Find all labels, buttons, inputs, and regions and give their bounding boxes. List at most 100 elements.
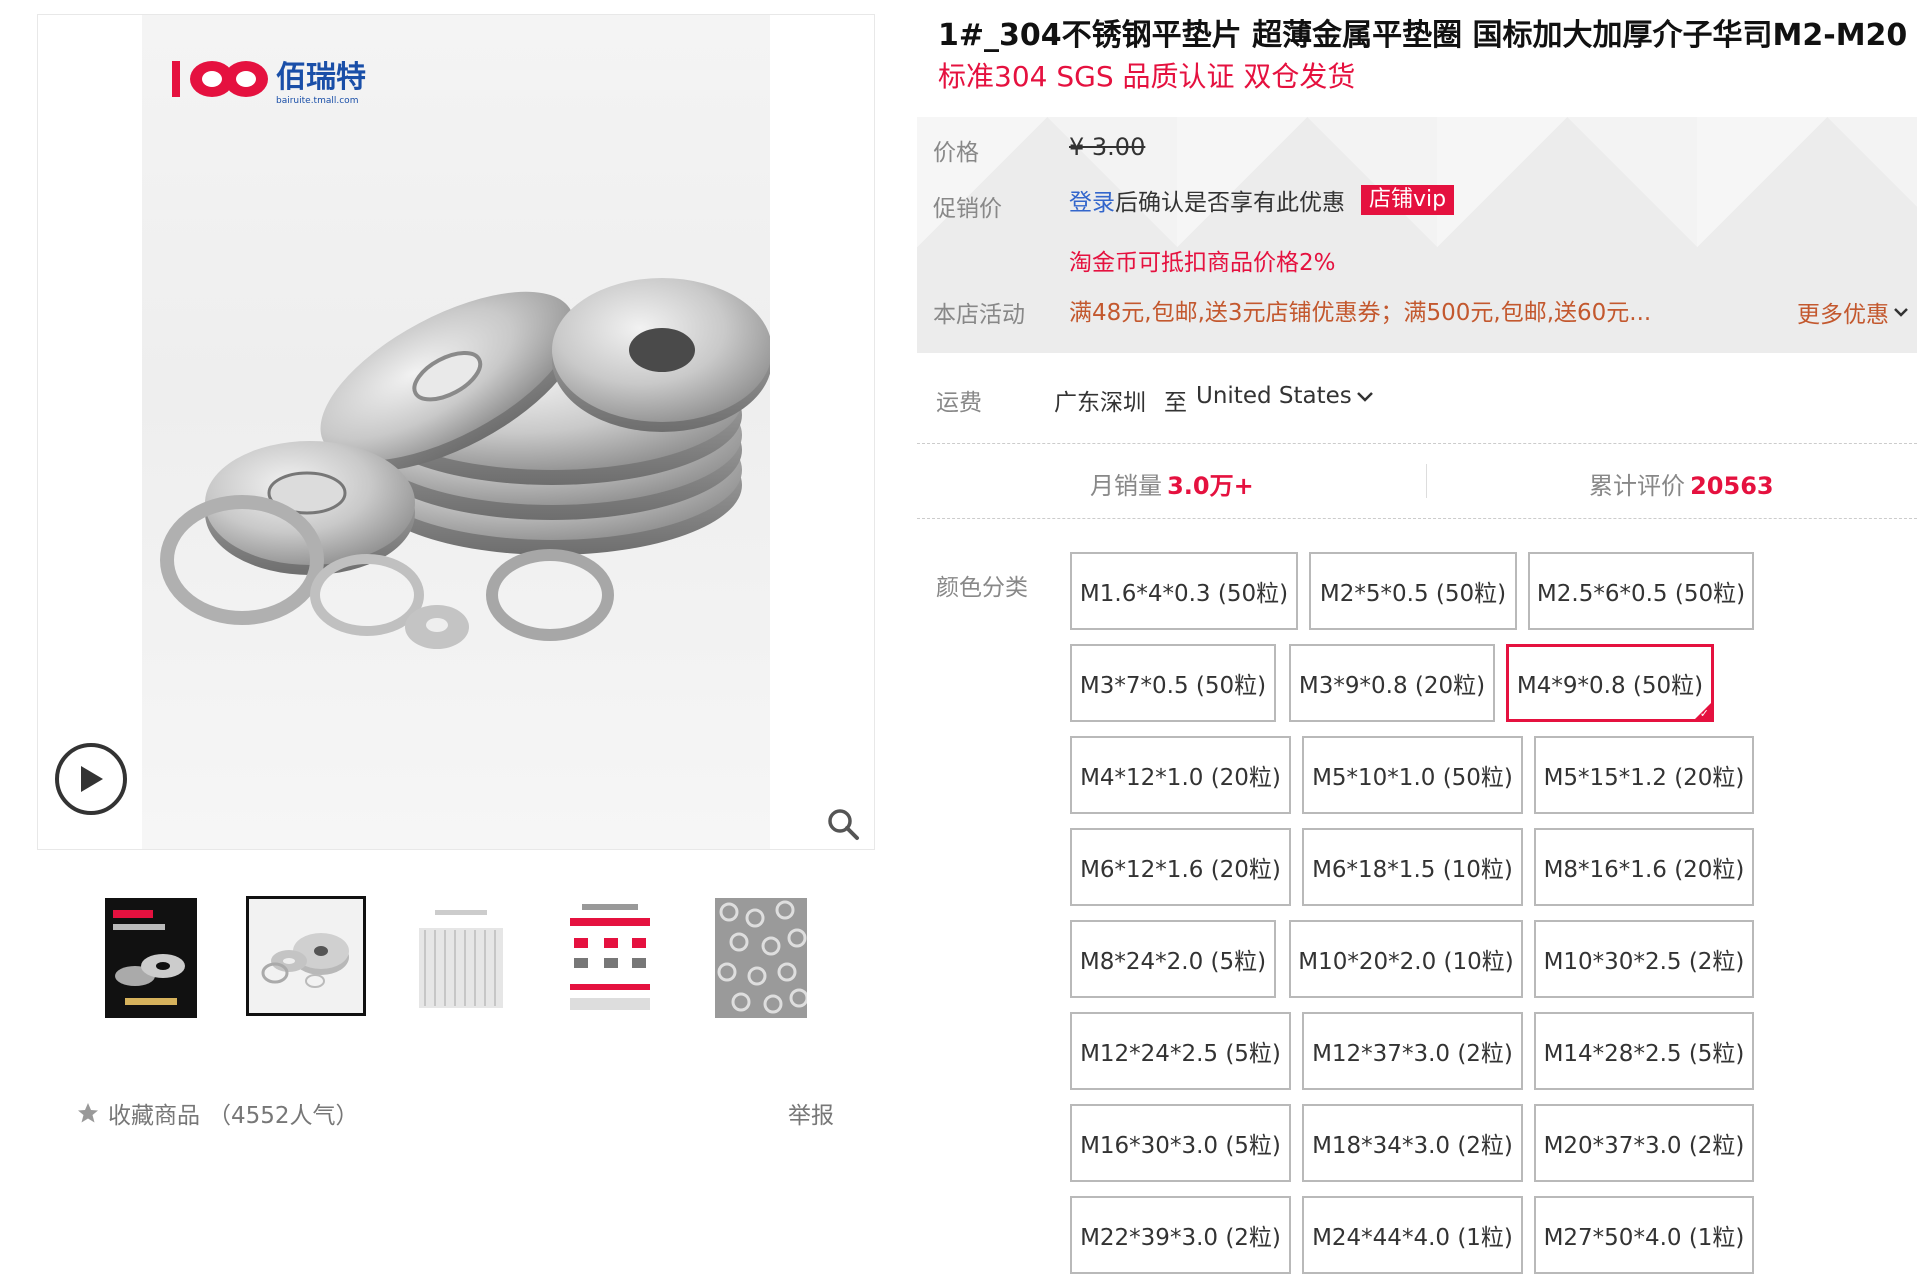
divider [917, 518, 1917, 519]
review-count[interactable]: 累计评价 20563 [1589, 466, 1774, 501]
sku-option[interactable]: M8*16*1.6 (20粒) [1534, 828, 1754, 906]
sku-option[interactable]: M20*37*3.0 (2粒) [1534, 1104, 1754, 1182]
thumbnail-4[interactable] [564, 898, 656, 1018]
sku-option-label: M24*44*4.0 (1粒) [1312, 1225, 1513, 1251]
favorite-label: 收藏商品 [108, 1103, 200, 1129]
more-deals-label: 更多优惠 [1797, 302, 1889, 328]
sku-option[interactable]: M2*5*0.5 (50粒) [1309, 552, 1517, 630]
sku-option[interactable]: M18*34*3.0 (2粒) [1302, 1104, 1523, 1182]
sku-option[interactable]: M27*50*4.0 (1粒) [1534, 1196, 1754, 1274]
price-panel: 价格 ¥ 3.00 促销价 登录 后确认是否享有此优惠 店铺vip 淘金币可抵扣… [917, 117, 1917, 353]
price-label: 价格 [933, 140, 979, 166]
review-count-value: 20563 [1690, 472, 1774, 500]
sku-option-label: M20*37*3.0 (2粒) [1543, 1133, 1745, 1159]
sku-option-label: M6*12*1.6 (20粒) [1080, 857, 1281, 883]
sku-option-label: M27*50*4.0 (1粒) [1543, 1225, 1745, 1251]
product-title: 1#_304不锈钢平垫片 超薄金属平垫圈 国标加大加厚介子华司M2-M20 [938, 18, 1908, 53]
sales-stats: 月销量 3.0万+ 累计评价 20563 [917, 444, 1917, 518]
sku-option[interactable]: M6*18*1.5 (10粒) [1302, 828, 1523, 906]
washers-illustration [160, 278, 770, 649]
monthly-sales-label: 月销量 [1090, 472, 1162, 500]
sku-option[interactable]: M24*44*4.0 (1粒) [1302, 1196, 1523, 1274]
sku-option[interactable]: M5*15*1.2 (20粒) [1534, 736, 1754, 814]
sku-option[interactable]: M8*24*2.0 (5粒) [1070, 920, 1276, 998]
zoom-icon[interactable] [826, 807, 860, 841]
monthly-sales-value: 3.0万+ [1167, 472, 1254, 500]
login-hint: 后确认是否享有此优惠 [1115, 190, 1345, 216]
review-count-label: 累计评价 [1589, 472, 1685, 500]
sku-option-label: M3*9*0.8 (20粒) [1298, 673, 1486, 699]
shipping-to-prefix: 至 [1164, 390, 1187, 416]
promo-row: 登录 后确认是否享有此优惠 店铺vip [1069, 183, 1455, 217]
sku-option[interactable]: M10*20*2.0 (10粒) [1289, 920, 1523, 998]
vip-badge[interactable]: 店铺vip [1361, 185, 1455, 215]
sku-label: 颜色分类 [936, 575, 1028, 601]
sku-option-label: M5*10*1.0 (50粒) [1312, 765, 1513, 791]
sku-option[interactable]: M16*30*3.0 (5粒) [1070, 1104, 1291, 1182]
sku-option-label: M18*34*3.0 (2粒) [1312, 1133, 1513, 1159]
sku-option-label: M10*30*2.5 (2粒) [1543, 949, 1745, 975]
check-icon: ✓ [1699, 707, 1709, 720]
sku-option-label: M4*12*1.0 (20粒) [1080, 765, 1281, 791]
thumbnail-5[interactable] [715, 898, 807, 1018]
sku-option[interactable]: M10*30*2.5 (2粒) [1534, 920, 1754, 998]
sku-option[interactable]: M6*12*1.6 (20粒) [1070, 828, 1291, 906]
video-play-button[interactable] [55, 743, 127, 815]
sku-option[interactable]: M12*37*3.0 (2粒) [1302, 1012, 1523, 1090]
sku-option-label: M14*28*2.5 (5粒) [1543, 1041, 1745, 1067]
coin-discount-text: 淘金币可抵扣商品价格2% [1069, 250, 1336, 276]
sku-option-label: M22*39*3.0 (2粒) [1080, 1225, 1281, 1251]
sku-option-label: M6*18*1.5 (10粒) [1312, 857, 1513, 883]
promo-price-label: 促销价 [933, 196, 1002, 222]
favorite-count: （4552人气） [208, 1103, 359, 1129]
brand-url: bairuite.tmall.com [276, 96, 358, 106]
shipping-label: 运费 [936, 390, 982, 416]
sku-option[interactable]: M12*24*2.5 (5粒) [1070, 1012, 1291, 1090]
sku-option-label: M12*37*3.0 (2粒) [1312, 1041, 1513, 1067]
brand-name: 佰瑞特 [276, 60, 366, 95]
product-subtitle: 标准304 SGS 品质认证 双仓发货 [938, 60, 1356, 93]
favorite-button[interactable]: 收藏商品 （4552人气） [76, 1096, 359, 1130]
thumbnail-1[interactable] [105, 898, 197, 1018]
sku-option-label: M1.6*4*0.3 (50粒) [1079, 581, 1289, 607]
sku-option-label: M5*15*1.2 (20粒) [1543, 765, 1745, 791]
sku-option-label: M2.5*6*0.5 (50粒) [1536, 581, 1746, 607]
stats-divider [1426, 464, 1427, 498]
sku-option-label: M3*7*0.5 (50粒) [1079, 673, 1267, 699]
report-link[interactable]: 举报 [788, 1096, 834, 1130]
sku-option-selected[interactable]: M4*9*0.8 (50粒) ✓ [1506, 644, 1714, 722]
sku-option-label: M10*20*2.0 (10粒) [1298, 949, 1514, 975]
sku-option-label: M8*24*2.0 (5粒) [1079, 949, 1267, 975]
sku-option[interactable]: M2.5*6*0.5 (50粒) [1528, 552, 1754, 630]
monthly-sales: 月销量 3.0万+ [1090, 466, 1254, 501]
thumbnail-3[interactable] [415, 898, 507, 1018]
play-icon [81, 766, 103, 792]
sku-option[interactable]: M14*28*2.5 (5粒) [1534, 1012, 1754, 1090]
more-deals-button[interactable]: 更多优惠 [1797, 295, 1909, 329]
thumbnail-2[interactable] [246, 896, 366, 1016]
sku-option-label: M16*30*3.0 (5粒) [1080, 1133, 1281, 1159]
star-icon [78, 1103, 98, 1123]
sku-option[interactable]: M1.6*4*0.3 (50粒) [1070, 552, 1298, 630]
sku-option[interactable]: M3*7*0.5 (50粒) [1070, 644, 1276, 722]
brand-logo: 佰瑞特 bairuite.tmall.com [172, 60, 366, 106]
sku-option[interactable]: M5*10*1.0 (50粒) [1302, 736, 1523, 814]
sku-option-label: M12*24*2.5 (5粒) [1080, 1041, 1281, 1067]
main-product-image[interactable]: 佰瑞特 bairuite.tmall.com [37, 14, 875, 850]
sku-option-label: M2*5*0.5 (50粒) [1319, 581, 1507, 607]
shipping-row: 运费 广东深圳 至 United States [936, 383, 1916, 443]
sku-option-label: M8*16*1.6 (20粒) [1543, 857, 1745, 883]
shipping-origin: 广东深圳 [1054, 390, 1146, 416]
destination-value: United States [1196, 383, 1352, 409]
sku-option[interactable]: M22*39*3.0 (2粒) [1070, 1196, 1291, 1274]
chevron-down-icon [1894, 308, 1908, 317]
sku-option[interactable]: M3*9*0.8 (20粒) [1289, 644, 1495, 722]
store-activity-text: 满48元,包邮,送3元店铺优惠券；满500元,包邮,送60元... [1069, 300, 1652, 326]
store-activity-label: 本店活动 [933, 302, 1025, 328]
destination-select[interactable]: United States [1196, 383, 1374, 409]
sku-option[interactable]: M4*12*1.0 (20粒) [1070, 736, 1291, 814]
original-price: ¥ 3.00 [1069, 133, 1146, 161]
sku-option-label: M4*9*0.8 (50粒) [1516, 673, 1704, 699]
login-link[interactable]: 登录 [1069, 183, 1115, 217]
chevron-down-icon [1356, 392, 1373, 402]
